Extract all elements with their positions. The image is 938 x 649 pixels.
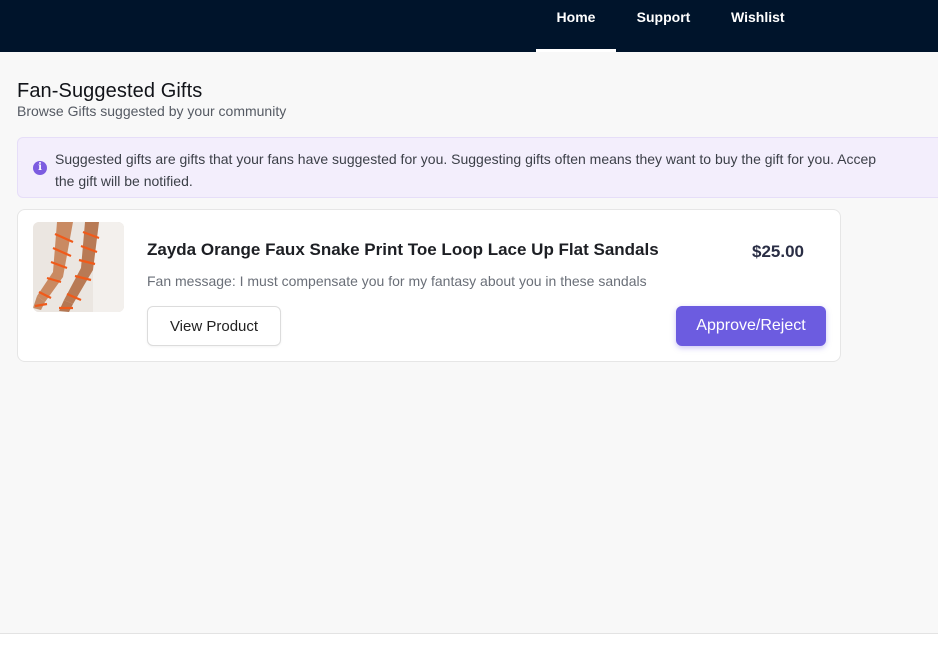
approve-reject-button[interactable]: Approve/Reject (676, 306, 826, 346)
page-subtitle: Browse Gifts suggested by your community (17, 103, 287, 119)
top-navigation-bar: Home Support Wishlist (0, 0, 938, 52)
notice-line-1: Suggested gifts are gifts that your fans… (55, 151, 877, 167)
view-product-button[interactable]: View Product (147, 306, 281, 346)
nav-home[interactable]: Home (536, 0, 616, 52)
info-icon: i (33, 161, 47, 175)
footer-divider (0, 633, 938, 634)
product-name[interactable]: Zayda Orange Faux Snake Print Toe Loop L… (147, 240, 659, 260)
gift-card: Zayda Orange Faux Snake Print Toe Loop L… (17, 209, 841, 362)
product-image (33, 222, 124, 312)
notice-line-2: the gift will be notified. (55, 173, 193, 189)
nav-wishlist[interactable]: Wishlist (711, 0, 801, 52)
info-notice: i Suggested gifts are gifts that your fa… (17, 137, 938, 198)
main-nav: Home Support Wishlist (536, 0, 801, 52)
fan-message: Fan message: I must compensate you for m… (147, 273, 647, 289)
page-title: Fan-Suggested Gifts (17, 80, 203, 102)
nav-support[interactable]: Support (616, 0, 711, 52)
sandals-image-icon (33, 222, 124, 312)
product-price: $25.00 (752, 242, 804, 261)
notice-text: Suggested gifts are gifts that your fans… (55, 148, 938, 192)
